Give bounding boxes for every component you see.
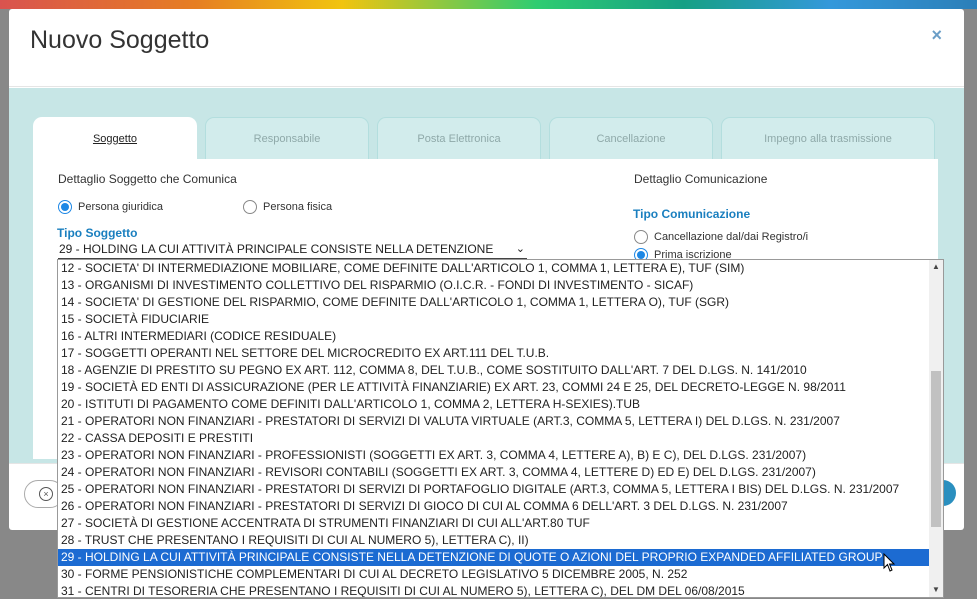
dropdown-option[interactable]: 25 - OPERATORI NON FINANZIARI - PRESTATO… (58, 481, 930, 498)
scroll-down-icon[interactable]: ▼ (929, 583, 943, 597)
radio-label: Cancellazione dal/dai Registro/i (654, 231, 809, 243)
dropdown-option[interactable]: 13 - ORGANISMI DI INVESTIMENTO COLLETTIV… (58, 277, 930, 294)
radio-checked-icon (58, 200, 72, 214)
modal-header: Nuovo Soggetto × (9, 9, 964, 87)
tipo-soggetto-select[interactable]: 29 - HOLDING LA CUI ATTIVITÀ PRINCIPALE … (58, 241, 527, 259)
tipo-soggetto-dropdown[interactable]: 12 - SOCIETA' DI INTERMEDIAZIONE MOBILIA… (57, 259, 944, 598)
dropdown-option[interactable]: 16 - ALTRI INTERMEDIARI (CODICE RESIDUAL… (58, 328, 930, 345)
close-icon[interactable]: × (931, 25, 942, 46)
dropdown-options: 12 - SOCIETA' DI INTERMEDIAZIONE MOBILIA… (58, 260, 930, 597)
close-circle-icon: × (39, 487, 53, 501)
header-color-bar (0, 0, 977, 9)
dropdown-option[interactable]: 18 - AGENZIE DI PRESTITO SU PEGNO EX ART… (58, 362, 930, 379)
dropdown-scrollbar[interactable]: ▲ ▼ (929, 260, 943, 597)
dropdown-option[interactable]: 20 - ISTITUTI DI PAGAMENTO COME DEFINITI… (58, 396, 930, 413)
radio-persona-fisica[interactable]: Persona fisica (243, 200, 332, 214)
radio-unchecked-icon (243, 200, 257, 214)
dropdown-option[interactable]: 15 - SOCIETÀ FIDUCIARIE (58, 311, 930, 328)
tipo-soggetto-label: Tipo Soggetto (57, 226, 138, 240)
tab-responsabile[interactable]: Responsabile (205, 117, 369, 159)
dropdown-option[interactable]: 23 - OPERATORI NON FINANZIARI - PROFESSI… (58, 447, 930, 464)
dropdown-option[interactable]: 22 - CASSA DEPOSITI E PRESTITI (58, 430, 930, 447)
dropdown-option[interactable]: 31 - CENTRI DI TESORERIA CHE PRESENTANO … (58, 583, 930, 597)
dropdown-option[interactable]: 17 - SOGGETTI OPERANTI NEL SETTORE DEL M… (58, 345, 930, 362)
radio-label: Persona giuridica (78, 201, 163, 213)
scroll-up-icon[interactable]: ▲ (929, 260, 943, 274)
radio-label: Persona fisica (263, 201, 333, 213)
dropdown-option[interactable]: 19 - SOCIETÀ ED ENTI DI ASSICURAZIONE (P… (58, 379, 930, 396)
dropdown-option[interactable]: 26 - OPERATORI NON FINANZIARI - PRESTATO… (58, 498, 930, 515)
modal-title: Nuovo Soggetto (30, 26, 210, 54)
tab-impegno-trasmissione[interactable]: Impegno alla trasmissione (721, 117, 935, 159)
dropdown-option[interactable]: 12 - SOCIETA' DI INTERMEDIAZIONE MOBILIA… (58, 260, 930, 277)
dropdown-option[interactable]: 21 - OPERATORI NON FINANZIARI - PRESTATO… (58, 413, 930, 430)
dropdown-option[interactable]: 14 - SOCIETA' DI GESTIONE DEL RISPARMIO,… (58, 294, 930, 311)
radio-persona-giuridica[interactable]: Persona giuridica (58, 200, 163, 214)
chevron-down-icon: ⌄ (515, 243, 525, 255)
dropdown-option[interactable]: 28 - TRUST CHE PRESENTANO I REQUISITI DI… (58, 532, 930, 549)
dropdown-option[interactable]: 30 - FORME PENSIONISTICHE COMPLEMENTARI … (58, 566, 930, 583)
tipo-comunicazione-label: Tipo Comunicazione (633, 207, 751, 221)
select-value: 29 - HOLDING LA CUI ATTIVITÀ PRINCIPALE … (59, 242, 494, 256)
dropdown-option[interactable]: 24 - OPERATORI NON FINANZIARI - REVISORI… (58, 464, 930, 481)
tab-posta-elettronica[interactable]: Posta Elettronica (377, 117, 541, 159)
dropdown-option[interactable]: 27 - SOCIETÀ DI GESTIONE ACCENTRATA DI S… (58, 515, 930, 532)
radio-unchecked-icon (634, 230, 648, 244)
dettaglio-comunicazione-title: Dettaglio Comunicazione (634, 172, 768, 186)
dropdown-option[interactable]: 29 - HOLDING LA CUI ATTIVITÀ PRINCIPALE … (58, 549, 930, 566)
radio-cancellazione[interactable]: Cancellazione dal/dai Registro/i (634, 230, 808, 244)
tab-soggetto[interactable]: Soggetto (33, 117, 197, 159)
dettaglio-soggetto-title: Dettaglio Soggetto che Comunica (58, 172, 237, 186)
tab-bar: Soggetto Responsabile Posta Elettronica … (33, 117, 943, 159)
scrollbar-thumb[interactable] (931, 371, 941, 527)
tab-cancellazione[interactable]: Cancellazione (549, 117, 713, 159)
